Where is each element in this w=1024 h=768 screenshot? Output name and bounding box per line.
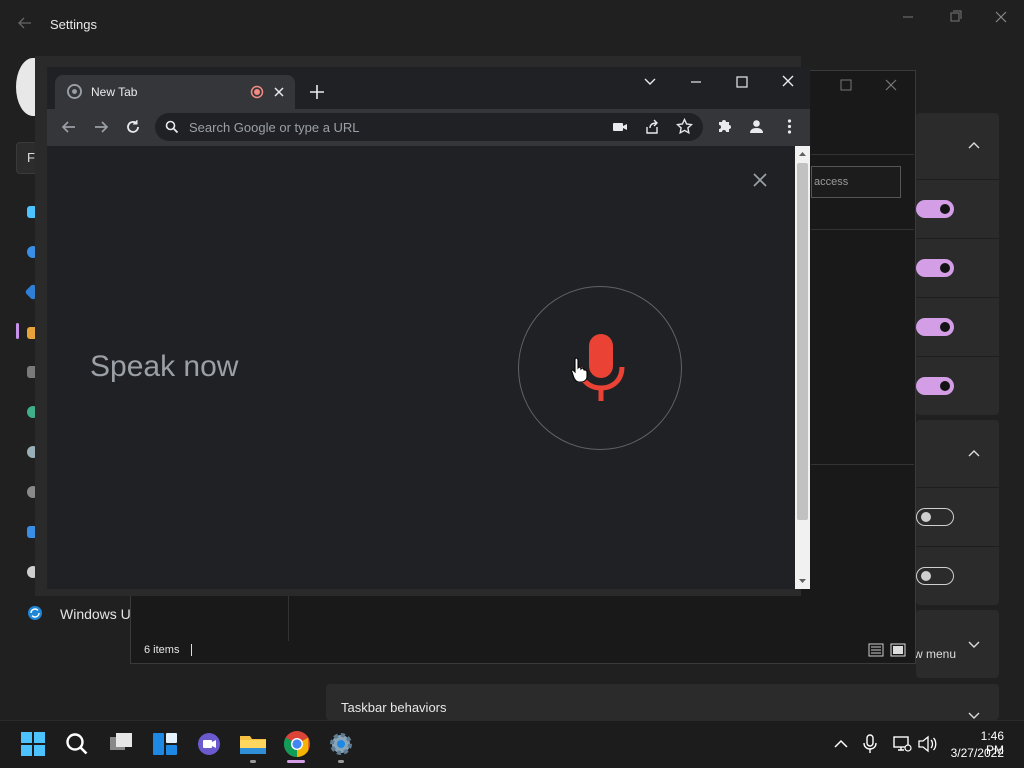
scroll-down-arrow-icon[interactable] — [797, 576, 808, 586]
divider — [916, 356, 999, 357]
minimize-icon[interactable] — [686, 73, 706, 91]
toggle-switch[interactable] — [916, 377, 954, 395]
windows-update-icon[interactable] — [27, 605, 43, 621]
nav-item-windows-update[interactable]: Windows U — [60, 606, 131, 622]
back-arrow-icon[interactable] — [16, 14, 34, 32]
toggle-switch[interactable] — [916, 259, 954, 277]
details-view-icon[interactable] — [868, 643, 884, 657]
status-separator — [191, 644, 192, 656]
status-item-count: 6 items — [144, 644, 180, 656]
show-hidden-icons-icon[interactable] — [832, 735, 850, 753]
toggle-switch[interactable] — [916, 508, 954, 526]
close-icon[interactable] — [778, 73, 798, 91]
divider — [811, 464, 914, 465]
chevron-down-icon[interactable] — [966, 636, 982, 652]
volume-icon[interactable] — [917, 735, 937, 753]
reload-icon[interactable] — [124, 118, 142, 136]
chrome-icon[interactable] — [281, 728, 313, 760]
settings-panel-overflow[interactable] — [916, 610, 999, 678]
show-menu-label: w menu — [914, 647, 957, 661]
widgets-icon[interactable] — [149, 728, 181, 760]
toggle-switch[interactable] — [916, 318, 954, 336]
nav-selection-indicator — [16, 323, 19, 339]
chevron-up-icon[interactable] — [966, 446, 982, 462]
taskbar-behaviors-section[interactable]: Taskbar behaviors — [326, 684, 999, 720]
back-arrow-icon[interactable] — [60, 118, 78, 136]
divider — [916, 238, 999, 239]
tab-search-chevron-icon[interactable] — [641, 73, 659, 91]
chrome-tab-favicon-icon — [67, 84, 82, 99]
divider — [916, 297, 999, 298]
divider — [811, 154, 914, 155]
chevron-up-icon[interactable] — [966, 138, 982, 154]
app-running-indicator — [338, 760, 344, 763]
toggle-switch[interactable] — [916, 567, 954, 585]
file-explorer-icon[interactable] — [237, 728, 269, 760]
voice-prompt-text: Speak now — [90, 350, 239, 383]
maximize-icon[interactable] — [732, 73, 752, 91]
recording-indicator-icon — [250, 85, 264, 99]
scrollbar-thumb[interactable] — [797, 163, 808, 520]
app-running-indicator — [250, 760, 256, 763]
toggle-switch[interactable] — [916, 200, 954, 218]
camera-indicator-icon[interactable] — [612, 119, 628, 135]
large-icons-view-icon[interactable] — [890, 643, 906, 657]
bookmark-star-icon[interactable] — [676, 118, 693, 135]
close-icon[interactable] — [880, 76, 902, 94]
taskbar-behaviors-label: Taskbar behaviors — [341, 700, 447, 715]
omnibox-placeholder: Search Google or type a URL — [189, 120, 360, 135]
share-icon[interactable] — [644, 119, 660, 135]
voice-search-close-icon[interactable] — [751, 171, 769, 189]
settings-title: Settings — [50, 17, 97, 32]
minimize-icon[interactable] — [893, 6, 923, 28]
new-tab-plus-icon[interactable] — [308, 83, 326, 101]
task-view-icon[interactable] — [105, 728, 137, 760]
profile-icon[interactable] — [748, 118, 765, 135]
network-icon[interactable] — [892, 735, 912, 753]
divider — [916, 546, 999, 547]
scroll-up-arrow-icon[interactable] — [797, 149, 808, 159]
search-icon — [165, 120, 179, 134]
divider — [916, 179, 999, 180]
hand-pointer-cursor-icon — [571, 357, 588, 382]
start-icon[interactable] — [17, 728, 49, 760]
restore-icon[interactable] — [940, 6, 970, 28]
divider — [811, 229, 914, 230]
maximize-icon[interactable] — [835, 76, 857, 94]
clock-date[interactable]: 3/27/2022 — [948, 746, 1004, 760]
active-app-indicator — [287, 760, 305, 763]
settings-icon[interactable] — [325, 728, 357, 760]
pane-divider[interactable] — [288, 589, 289, 641]
search-icon[interactable] — [61, 728, 93, 760]
divider — [916, 487, 999, 488]
extensions-puzzle-icon[interactable] — [716, 118, 733, 135]
menu-kebab-icon[interactable] — [781, 118, 798, 135]
close-icon[interactable] — [986, 6, 1016, 28]
chat-icon[interactable] — [193, 728, 225, 760]
explorer-search-input[interactable]: access — [811, 166, 901, 198]
tab-title: New Tab — [91, 85, 138, 99]
microphone-icon[interactable] — [861, 734, 879, 754]
tab-close-icon[interactable] — [272, 85, 286, 99]
forward-arrow-icon[interactable] — [92, 118, 110, 136]
